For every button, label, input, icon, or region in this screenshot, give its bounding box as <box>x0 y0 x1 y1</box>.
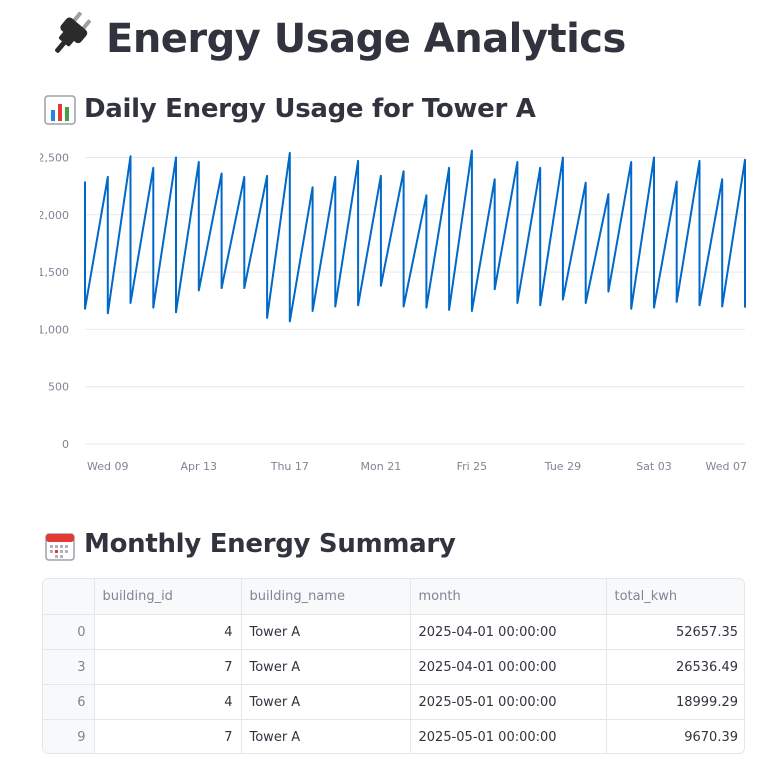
row-index: 6 <box>43 684 95 720</box>
row-index: 0 <box>43 614 95 650</box>
column-header-building-name[interactable]: building_name <box>241 579 411 615</box>
x-tick-label: Mon 21 <box>361 460 402 473</box>
cell-total-kwh[interactable]: 52657.35 <box>606 614 744 650</box>
x-tick-label: Wed 07 <box>706 460 747 473</box>
y-tick-label: 1,000 <box>40 323 69 336</box>
calendar-icon <box>44 530 76 561</box>
y-tick-label: 2,000 <box>40 209 69 222</box>
table-header-row: building_id building_name month total_kw… <box>43 579 744 615</box>
column-header-month[interactable]: month <box>410 579 607 615</box>
daily-section-header: Daily Energy Usage for Tower A <box>44 89 536 129</box>
cell-total-kwh[interactable]: 26536.49 <box>606 649 744 685</box>
cell-month[interactable]: 2025-05-01 00:00:00 <box>410 684 607 720</box>
cell-building-id[interactable]: 4 <box>94 614 242 650</box>
cell-total-kwh[interactable]: 9670.39 <box>606 720 744 754</box>
cell-month[interactable]: 2025-04-01 00:00:00 <box>410 614 607 650</box>
monthly-section-header: Monthly Energy Summary <box>44 524 456 564</box>
cell-month[interactable]: 2025-04-01 00:00:00 <box>410 649 607 685</box>
cell-building-name[interactable]: Tower A <box>241 649 411 685</box>
x-tick-label: Sat 03 <box>636 460 672 473</box>
x-tick-label: Thu 17 <box>270 460 309 473</box>
x-tick-label: Apr 13 <box>181 460 218 473</box>
daily-energy-chart[interactable]: 2,500 2,000 1,500 1,000 500 0 Wed 09 Apr 13 Thu… <box>38 140 755 480</box>
table-row: 9 7 Tower A 2025-05-01 00:00:00 9670.39 <box>43 719 744 754</box>
table-row: 3 7 Tower A 2025-04-01 00:00:00 26536.49 <box>43 649 744 685</box>
row-index: 9 <box>43 719 95 753</box>
cell-building-id[interactable]: 7 <box>94 649 242 685</box>
column-header-building-id[interactable]: building_id <box>94 579 242 615</box>
monthly-summary-table[interactable]: building_id building_name month total_kw… <box>42 578 745 754</box>
y-tick-label: 2,500 <box>40 151 69 164</box>
electric-plug-icon <box>44 8 100 71</box>
cell-building-name[interactable]: Tower A <box>241 684 411 720</box>
cell-building-name[interactable]: Tower A <box>241 719 411 753</box>
column-header-total-kwh[interactable]: total_kwh <box>606 579 744 615</box>
cell-building-name[interactable]: Tower A <box>241 614 411 650</box>
monthly-section-title: Monthly Energy Summary <box>84 529 456 559</box>
page-title: Energy Usage Analytics <box>44 8 626 70</box>
y-tick-label: 0 <box>62 438 69 451</box>
x-tick-label: Fri 25 <box>457 460 488 473</box>
x-tick-label: Wed 09 <box>87 460 128 473</box>
cell-month[interactable]: 2025-05-01 00:00:00 <box>410 719 607 753</box>
x-tick-label: Tue 29 <box>544 460 581 473</box>
row-index: 3 <box>43 649 95 685</box>
column-header-index[interactable] <box>43 579 95 615</box>
series-line[interactable] <box>84 149 746 323</box>
cell-building-id[interactable]: 4 <box>94 684 242 720</box>
cell-building-id[interactable]: 7 <box>94 719 242 753</box>
chart-svg: 2,500 2,000 1,500 1,000 500 0 Wed 09 Apr 13 Thu… <box>38 149 747 473</box>
table-row: 6 4 Tower A 2025-05-01 00:00:00 18999.29 <box>43 684 744 720</box>
cell-total-kwh[interactable]: 18999.29 <box>606 684 744 720</box>
y-tick-label: 1,500 <box>40 266 69 279</box>
bar-chart-icon <box>44 95 76 125</box>
page-title-text: Energy Usage Analytics <box>106 16 626 62</box>
y-tick-label: 500 <box>48 381 69 394</box>
table-row: 0 4 Tower A 2025-04-01 00:00:00 52657.35 <box>43 614 744 650</box>
daily-section-title: Daily Energy Usage for Tower A <box>84 94 536 124</box>
